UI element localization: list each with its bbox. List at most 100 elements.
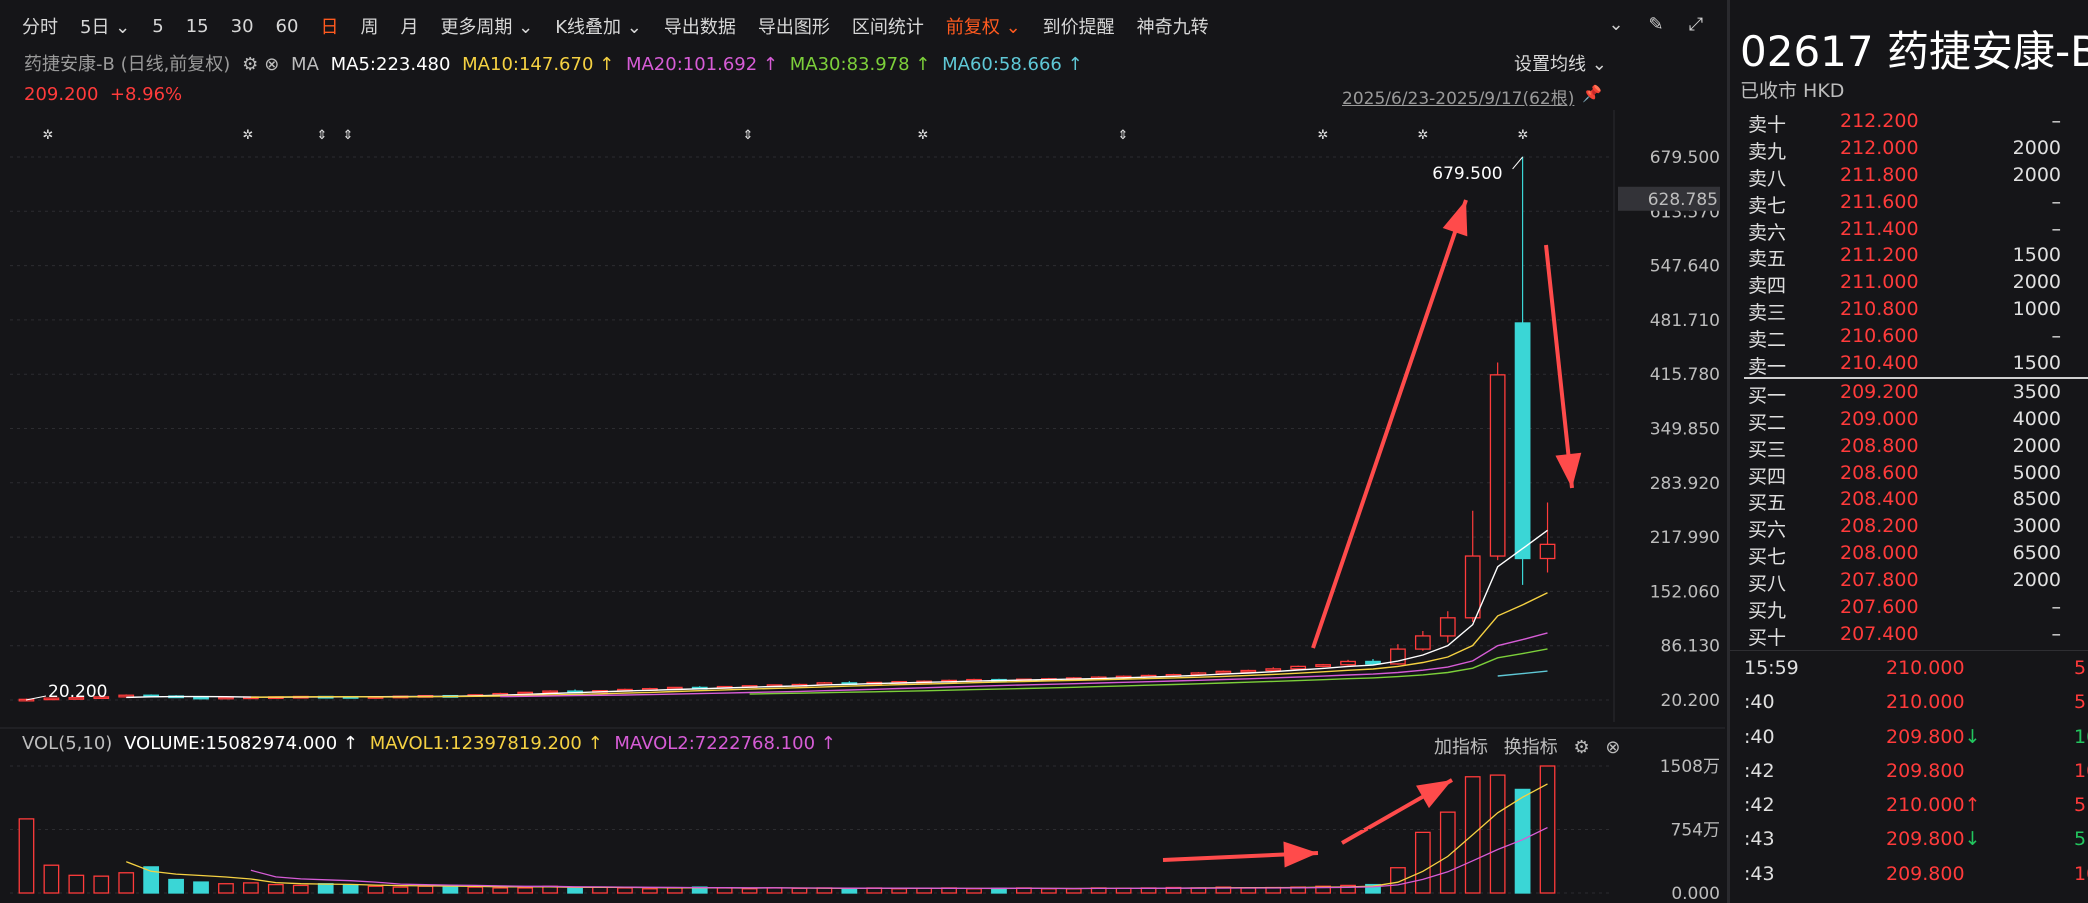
ask-qty: 1000 xyxy=(2012,298,2061,321)
volume-bar xyxy=(193,881,209,894)
ask-price: 212.200 xyxy=(1840,110,1919,132)
tick-list: 15:59210.0005:40210.0005:40209.800↓10:42… xyxy=(1730,650,2088,891)
candle-body xyxy=(1215,670,1232,674)
tick-price: 209.800 xyxy=(1886,759,1965,782)
volume-bar xyxy=(43,864,60,894)
candle-body xyxy=(1315,664,1331,668)
ask-row[interactable]: 卖五 211.200 1500 xyxy=(1730,242,2088,270)
switch-indicator-button[interactable]: 换指标 xyxy=(1504,737,1558,758)
bid-row[interactable]: 买三 208.800 2000 xyxy=(1730,433,2088,461)
ask-qty: – xyxy=(2051,217,2062,240)
event-marker-icon: ✲ xyxy=(918,128,929,143)
ask-row[interactable]: 卖九 212.000 2000 xyxy=(1730,135,2088,163)
volume-bar xyxy=(641,888,658,894)
gear-icon[interactable]: ⚙ xyxy=(1573,737,1589,758)
tick-row: :43 209.800 10 xyxy=(1730,857,2088,891)
bid-level-label: 买八 xyxy=(1748,573,1787,596)
arrow-down-icon: ↓ xyxy=(1964,828,1981,851)
bid-level-label: 买五 xyxy=(1748,492,1787,515)
tick-time: :42 xyxy=(1744,759,1775,782)
tick-row: 15:59 210.000 5 xyxy=(1730,651,2088,685)
volume-bar xyxy=(966,888,982,894)
event-marker-icon: ✲ xyxy=(243,128,254,143)
ma30-line xyxy=(749,648,1548,695)
ask-row[interactable]: 卖一 210.400 1500 xyxy=(1730,350,2088,378)
candle-body xyxy=(1414,635,1431,650)
ask-price: 211.600 xyxy=(1840,190,1919,213)
volume-bar xyxy=(218,883,234,894)
bid-row[interactable]: 买十 207.400 – xyxy=(1730,621,2088,649)
bid-row[interactable]: 买七 208.000 6500 xyxy=(1730,540,2088,568)
event-marker-icon: ✲ xyxy=(1318,128,1329,143)
volume-bar xyxy=(1040,888,1057,894)
bid-qty: – xyxy=(2051,596,2062,619)
volume-bar xyxy=(467,886,484,894)
current-price-label: 628.785 xyxy=(1648,190,1718,210)
volume-bar xyxy=(1489,774,1506,894)
bid-row[interactable]: 买九 207.600 – xyxy=(1730,594,2088,623)
ask-price: 210.600 xyxy=(1840,325,1919,348)
bid-price: 207.400 xyxy=(1840,622,1919,645)
volume-bar xyxy=(118,872,135,894)
candlestick-chart[interactable]: 679.500613.570547.640481.710415.780349.8… xyxy=(0,0,1725,903)
volume-bar xyxy=(267,883,284,894)
ask-row[interactable]: 卖三 210.800 1000 xyxy=(1730,296,2088,324)
price-axis-label: 20.200 xyxy=(1661,691,1720,711)
stock-code-title: 02617 药捷安康-B xyxy=(1740,27,2088,76)
tick-price: 210.000↑ xyxy=(1886,794,1981,817)
ask-level-label: 卖七 xyxy=(1748,194,1787,217)
volume-bar xyxy=(317,883,334,894)
bid-qty: 5000 xyxy=(2012,461,2061,484)
bid-price: 208.800 xyxy=(1840,434,1919,457)
volume-bar xyxy=(492,887,509,894)
vol-axis-label: 0.000 xyxy=(1671,884,1720,903)
bid-row[interactable]: 买八 207.800 2000 xyxy=(1730,567,2088,596)
low-pointer xyxy=(25,695,47,701)
ask-row[interactable]: 卖八 211.800 2000 xyxy=(1730,162,2088,190)
candle-body xyxy=(1240,669,1257,673)
ask-price: 210.800 xyxy=(1840,298,1919,321)
price-axis-label: 217.990 xyxy=(1650,528,1720,548)
tick-volume: 5 xyxy=(2074,691,2087,714)
bid-price: 208.200 xyxy=(1840,515,1919,538)
bid-row[interactable]: 买四 208.600 5000 xyxy=(1730,460,2088,488)
volume-value: VOLUME:15082974.000 ↑ xyxy=(124,733,359,754)
high-pointer xyxy=(1512,156,1523,170)
event-marker-icon: ✲ xyxy=(1518,128,1529,143)
ask-row[interactable]: 卖六 211.400 – xyxy=(1730,216,2088,244)
bid-price: 208.000 xyxy=(1840,542,1919,565)
close-icon[interactable]: ⊗ xyxy=(1605,737,1620,758)
annotation-arrow-down xyxy=(1544,244,1574,489)
arrow-up-icon: ↑ xyxy=(1964,794,1981,817)
volume-bar xyxy=(791,887,808,894)
ask-price: 211.800 xyxy=(1840,163,1919,186)
ask-qty: – xyxy=(2051,325,2062,348)
bid-row[interactable]: 买五 208.400 8500 xyxy=(1730,486,2088,515)
ask-row[interactable]: 卖四 211.000 2000 xyxy=(1730,269,2088,297)
candle-body xyxy=(1340,660,1356,666)
ask-level-label: 卖十 xyxy=(1748,114,1787,136)
vol-axis-label: 754万 xyxy=(1671,821,1720,841)
add-indicator-button[interactable]: 加指标 xyxy=(1434,737,1488,758)
price-axis-label: 283.920 xyxy=(1650,474,1720,494)
bid-qty: 4000 xyxy=(2012,407,2061,430)
candle-body xyxy=(193,696,209,700)
quote-panel: 02617 药捷安康-B 已收市 HKD 卖十 212.200 – 卖九 212.000… xyxy=(1727,0,2088,903)
bid-row[interactable]: 买六 208.200 3000 xyxy=(1730,513,2088,541)
ask-row[interactable]: 卖十 212.200 – xyxy=(1730,108,2088,136)
chart-pane[interactable]: 分时 5日 ⌄ 5 15 30 60 日周月更多周期 ⌄ K线叠加 ⌄ 导出数据 导出图形 区间统计… xyxy=(0,0,1725,903)
candle-body xyxy=(542,690,558,694)
ask-price: 210.400 xyxy=(1840,352,1919,375)
order-book: 卖十 212.200 – 卖九 212.000 2000 卖八 211.800 2000 卖七 21… xyxy=(1730,108,2088,649)
bid-level-label: 买九 xyxy=(1748,600,1787,623)
mavol2-value: MAVOL2:7222768.100 ↑ xyxy=(614,733,836,754)
ask-row[interactable]: 卖七 211.600 – xyxy=(1730,189,2088,217)
bid-row[interactable]: 买二 209.000 4000 xyxy=(1730,406,2088,434)
tick-time: :40 xyxy=(1744,691,1775,714)
ask-row[interactable]: 卖二 210.600 – xyxy=(1730,323,2088,352)
bid-level-label: 买一 xyxy=(1748,384,1787,407)
ask-level-label: 卖二 xyxy=(1748,329,1787,352)
candle-body xyxy=(1265,668,1282,672)
bid-row[interactable]: 买一 209.200 3500 xyxy=(1730,379,2088,407)
bid-qty: 6500 xyxy=(2012,542,2061,565)
